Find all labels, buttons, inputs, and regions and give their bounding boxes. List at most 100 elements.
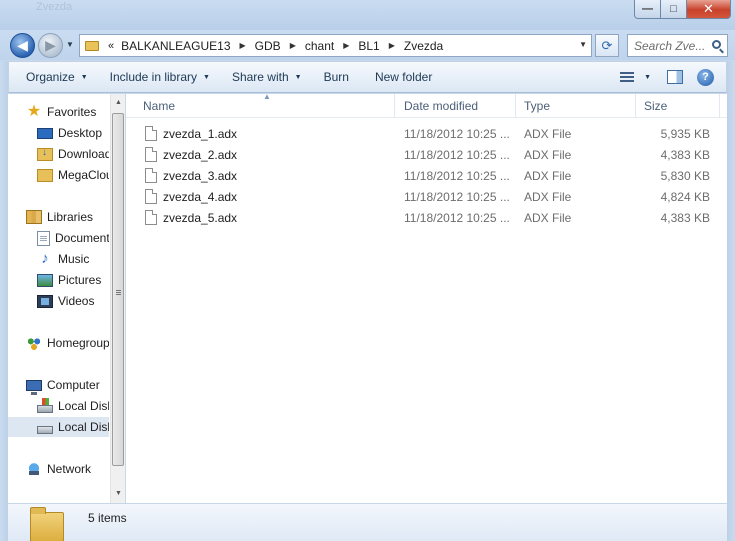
search-input[interactable] <box>634 38 710 53</box>
maximize-button[interactable]: □ <box>661 0 687 19</box>
file-row[interactable]: zvezda_2.adx 11/18/2012 10:25 ... ADX Fi… <box>126 144 727 165</box>
file-size: 4,824 KB <box>660 189 710 204</box>
organize-label: Organize <box>26 70 75 84</box>
file-name-cell: zvezda_5.adx <box>145 207 237 228</box>
nav-pictures[interactable]: Pictures <box>37 270 109 290</box>
file-row[interactable]: zvezda_4.adx 11/18/2012 10:25 ... ADX Fi… <box>126 186 727 207</box>
organize-button[interactable]: Organize ▼ <box>18 65 96 89</box>
file-name: zvezda_1.adx <box>163 126 238 141</box>
forward-arrow-icon: ▶ <box>45 37 56 53</box>
include-in-library-button[interactable]: Include in library ▼ <box>102 65 218 89</box>
scroll-down-icon[interactable]: ▼ <box>115 490 122 497</box>
back-button[interactable]: ◀ <box>10 33 35 58</box>
nav-libraries[interactable]: Libraries <box>26 207 109 227</box>
file-type: ADX File <box>524 126 572 141</box>
new-folder-button[interactable]: New folder <box>367 65 440 89</box>
nav-documents[interactable]: Documents <box>37 228 109 248</box>
chevron-down-icon: ▼ <box>80 73 88 81</box>
nav-downloads[interactable]: Downloads <box>37 144 109 164</box>
scroll-up-icon[interactable]: ▲ <box>115 99 122 106</box>
navigation-scrollbar[interactable]: ▲ ▼ <box>110 94 125 503</box>
breadcrumb-item[interactable]: BL1 <box>358 39 379 53</box>
close-button[interactable]: ✕ <box>687 0 731 19</box>
nav-label: MegaCloud <box>58 168 109 182</box>
nav-desktop[interactable]: Desktop <box>37 123 109 143</box>
file-name-cell: zvezda_2.adx <box>145 144 237 165</box>
file-icon <box>145 168 157 183</box>
nav-local-disk-d[interactable]: Local Disk (D:) <box>8 417 109 437</box>
minimize-button[interactable]: — <box>634 0 661 19</box>
grip-icon <box>116 290 121 296</box>
scrollbar-thumb[interactable] <box>112 113 124 466</box>
column-type[interactable]: Type <box>516 94 636 118</box>
file-date: 11/18/2012 10:25 ... <box>404 210 510 225</box>
nav-computer[interactable]: Computer <box>26 375 109 395</box>
file-type: ADX File <box>524 168 572 183</box>
nav-network[interactable]: Network <box>26 459 109 479</box>
refresh-icon: ⟳ <box>601 37 613 53</box>
homegroup-icon <box>26 335 42 351</box>
forward-button[interactable]: ▶ <box>38 33 63 58</box>
breadcrumb-item[interactable]: chant <box>305 39 334 53</box>
column-date-modified[interactable]: Date modified <box>396 94 516 118</box>
chevron-down-icon: ▼ <box>294 73 302 81</box>
breadcrumb-overflow[interactable]: « <box>108 40 114 52</box>
address-history-dropdown[interactable]: ▼ <box>579 40 587 49</box>
breadcrumb-item[interactable]: GDB <box>255 39 281 53</box>
file-name: zvezda_5.adx <box>163 210 238 225</box>
share-with-label: Share with <box>231 70 289 84</box>
command-bar: Organize ▼ Include in library ▼ Share with… <box>8 61 727 93</box>
nav-music[interactable]: ♪ Music <box>37 249 109 269</box>
window-controls: — □ ✕ <box>634 0 731 19</box>
nav-megacloud[interactable]: MegaCloud <box>37 165 109 185</box>
chevron-right-icon[interactable]: ▶ <box>389 41 395 50</box>
nav-label: Documents <box>55 231 109 245</box>
chevron-right-icon[interactable]: ▶ <box>240 41 246 50</box>
nav-favorites[interactable]: ★ Favorites <box>26 102 109 122</box>
file-icon <box>145 147 157 162</box>
chevron-right-icon[interactable]: ▶ <box>343 41 349 50</box>
file-date: 11/18/2012 10:25 ... <box>404 168 510 183</box>
views-dropdown[interactable]: ▼ <box>644 74 651 81</box>
nav-local-disk-c[interactable]: Local Disk (C:) <box>37 396 109 416</box>
nav-label: Music <box>58 252 90 266</box>
file-icon <box>145 189 157 204</box>
nav-videos[interactable]: Videos <box>37 291 109 311</box>
breadcrumb-item[interactable]: BALKANLEAGUE13 <box>121 39 230 53</box>
search-box[interactable] <box>627 34 728 57</box>
star-icon: ★ <box>26 103 42 120</box>
burn-button[interactable]: Burn <box>316 65 357 89</box>
share-with-button[interactable]: Share with ▼ <box>224 65 310 89</box>
chevron-right-icon[interactable]: ▶ <box>290 41 296 50</box>
nav-label: Desktop <box>58 126 103 140</box>
network-icon <box>26 461 42 477</box>
column-size[interactable]: Size <box>636 94 720 118</box>
nav-homegroup[interactable]: Homegroup <box>26 333 109 353</box>
window-frame-left <box>0 61 8 541</box>
computer-icon <box>26 380 42 395</box>
preview-pane-icon[interactable] <box>667 70 683 84</box>
nav-label: Videos <box>58 294 95 308</box>
chevron-down-icon: ▼ <box>203 73 210 81</box>
address-bar[interactable]: « BALKANLEAGUE13 ▶ GDB ▶ chant ▶ BL1 ▶ Z… <box>79 34 592 57</box>
navigation-bar: ◀ ▶ ▼ « BALKANLEAGUE13 ▶ GDB ▶ chant ▶ B… <box>0 30 735 60</box>
nav-label: Homegroup <box>47 336 109 350</box>
refresh-button[interactable]: ⟳ <box>595 34 619 57</box>
navigation-pane: ★ Favorites Desktop Downloads MegaCloud … <box>8 94 125 503</box>
documents-icon <box>37 230 50 246</box>
views-icon[interactable] <box>620 71 635 83</box>
nav-label: Favorites <box>47 105 97 119</box>
breadcrumb-item[interactable]: Zvezda <box>404 39 443 53</box>
downloads-folder-icon <box>37 147 53 161</box>
file-row[interactable]: zvezda_5.adx 11/18/2012 10:25 ... ADX Fi… <box>126 207 727 228</box>
file-row[interactable]: zvezda_3.adx 11/18/2012 10:25 ... ADX Fi… <box>126 165 727 186</box>
search-icon[interactable] <box>712 40 721 49</box>
file-name: zvezda_3.adx <box>163 168 238 183</box>
recent-pages-dropdown[interactable]: ▼ <box>66 40 74 49</box>
nav-label: Pictures <box>58 273 102 287</box>
burn-label: Burn <box>323 70 349 84</box>
file-row[interactable]: zvezda_1.adx 11/18/2012 10:25 ... ADX Fi… <box>126 123 727 144</box>
folder-icon <box>30 507 64 541</box>
column-name[interactable]: Name <box>135 94 395 118</box>
help-icon[interactable]: ? <box>697 68 714 86</box>
